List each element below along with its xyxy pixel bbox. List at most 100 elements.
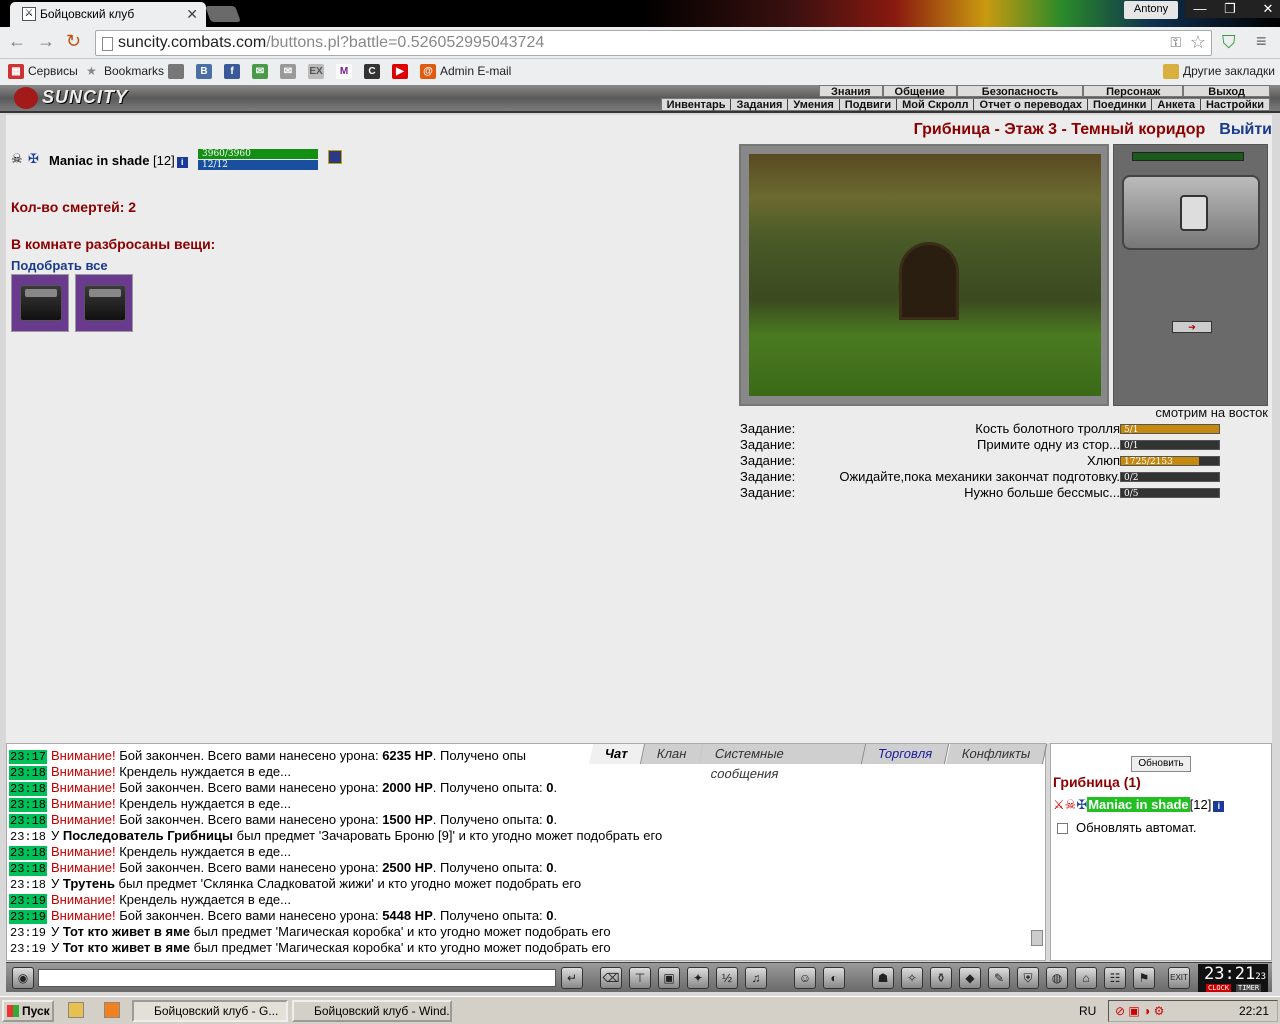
submenu-tasks[interactable]: Задания [731,99,789,111]
submenu-settings[interactable]: Настройки [1201,99,1269,111]
start-button[interactable]: Пуск [2,1000,54,1022]
split-icon[interactable]: ½ [716,967,738,989]
chat-line: 23:17 Внимание! Бой закончен. Всего вами … [9,748,527,764]
compass-control[interactable] [1122,175,1260,250]
ex-icon[interactable]: EX [308,64,324,79]
m-icon[interactable]: M [336,64,352,79]
player-name[interactable]: Maniac in shade [12] i [49,153,188,168]
bookmark-services[interactable]: Сервисы [28,64,78,78]
item-chest-icon[interactable] [75,274,133,332]
menu-communication[interactable]: Общение [882,85,957,98]
flag-icon[interactable] [328,150,342,164]
pick-all-link[interactable]: Подобрать все [11,258,108,273]
url-input[interactable]: suncity.combats.com/buttons.pl?battle=0.… [95,30,1212,56]
filter-icon[interactable]: ⊤ [629,967,651,989]
compass-center-icon[interactable] [1180,195,1208,231]
armor-icon[interactable]: ⛨ [1017,967,1039,989]
submenu-battles[interactable]: Поединки [1088,99,1153,111]
facebook-icon[interactable]: f [224,64,240,79]
scroll-icon[interactable]: ✎ [988,967,1010,989]
eraser-icon[interactable]: ⌫ [600,967,622,989]
task-row: Задание: Ожидайте,пока механики закончат … [740,469,1220,485]
menu-exit[interactable]: Выход [1183,85,1270,98]
globe-icon[interactable]: ◍ [1046,967,1068,989]
admin-icon[interactable]: @ [420,64,436,79]
forward-icon[interactable]: → [37,31,55,52]
exit-icon[interactable]: EXIT [1168,967,1190,989]
bookmark-bookmarks[interactable]: Bookmarks [104,64,164,78]
back-icon[interactable]: ← [8,31,26,52]
close-window-icon[interactable]: ✕ [1245,0,1280,18]
task-row: Задание: Хлюп 1725/2153 [740,453,1220,469]
menu-security[interactable]: Безопасность [956,85,1084,98]
sound-icon[interactable]: ♫ [745,967,767,989]
chat-input[interactable] [38,969,556,987]
task-name[interactable]: Кость болотного тролля [975,421,1120,436]
profile-button[interactable]: Antony [1124,1,1178,19]
potion-icon[interactable]: ⚱ [930,967,952,989]
mp-bar: 12/12 [198,160,318,170]
taskbar-chrome[interactable]: Бойцовский клуб - G... [132,1000,288,1022]
submenu-skills[interactable]: Умения [788,99,840,111]
turn-arrow-button[interactable]: ➔ [1172,321,1212,333]
chat-line: 23:18 У Последователь Грибницы был предме… [10,828,663,844]
bookmark-other[interactable]: Другие закладки [1183,64,1275,78]
send-icon[interactable]: ↵ [561,967,583,989]
bag-icon[interactable]: ☗ [872,967,894,989]
task-name[interactable]: Примите одну из стор... [977,437,1120,452]
chat-scrollbar[interactable] [1031,748,1043,958]
flag-icon[interactable]: ⚑ [1133,967,1155,989]
info-icon[interactable]: i [176,157,188,168]
online-user[interactable]: ⚔☠✠Maniac in shade[12] i [1053,797,1225,813]
room-door[interactable] [899,242,959,320]
envelope-icon[interactable]: ✉ [280,64,296,79]
mail-icon[interactable]: ✉ [252,64,268,79]
menu-icon[interactable]: ≡ [1256,31,1267,52]
submenu-feats[interactable]: Подвиги [840,99,898,111]
avatar-bookmark-icon[interactable] [168,64,184,79]
bookmark-admin-email[interactable]: Admin E-mail [440,64,511,78]
c-icon[interactable]: C [364,64,380,79]
minimize-icon[interactable]: — [1185,0,1215,18]
language-indicator[interactable]: RU [1079,1001,1096,1021]
smile-icon[interactable]: ☺ [794,967,816,989]
youtube-icon[interactable]: ▶ [392,64,408,79]
submenu-inventory[interactable]: Инвентарь [662,99,732,111]
item-chest-icon[interactable] [11,274,69,332]
save-icon[interactable]: ▣ [658,967,680,989]
group-icon[interactable]: ☷ [1104,967,1126,989]
align-icon: ☠ [11,150,23,166]
house-icon[interactable]: ⌂ [1075,967,1097,989]
chat-mode-icon[interactable]: ◉ [12,967,34,989]
key-icon[interactable]: ⚿ [1170,34,1181,51]
new-tab-button[interactable] [205,6,241,22]
helmet-icon[interactable]: ◐ [823,967,845,989]
bookmark-star-icon[interactable]: ☆ [1190,32,1206,53]
magic-icon[interactable]: ✧ [901,967,923,989]
shield-icon[interactable]: ⛉ [1222,32,1236,53]
menu-character[interactable]: Персонаж [1083,85,1184,98]
vk-icon[interactable]: B [196,64,212,79]
refresh-button[interactable]: Обновить [1131,756,1191,772]
tray-icon[interactable]: ⊘ ▣ ◑ ⚙ [1115,1001,1164,1021]
tab-close-icon[interactable]: ✕ [186,2,198,26]
apps-icon[interactable]: ▦ [8,64,24,79]
task-name[interactable]: Нужно больше бессмыс... [964,485,1120,500]
task-name[interactable]: Ожидайте,пока механики закончат подготов… [839,469,1120,484]
submenu-transfers[interactable]: Отчет о переводах [974,99,1088,111]
task-name[interactable]: Хлюп [1087,453,1120,468]
fighter-icon[interactable]: ✦ [687,967,709,989]
reload-icon[interactable]: ↻ [66,31,81,52]
taskbar-ie[interactable]: Бойцовский клуб - Wind... [292,1000,452,1022]
browser-tab[interactable]: ⚔ Бойцовский клуб ✕ [10,2,206,27]
submenu-scroll[interactable]: Мой Скролл [897,99,975,111]
auto-refresh-checkbox[interactable]: Обновлять автомат. [1057,820,1196,835]
submenu-profile[interactable]: Анкета [1152,99,1201,111]
menu-knowledge[interactable]: Знания [819,85,883,98]
gold-icon[interactable]: ◆ [959,967,981,989]
exit-link[interactable]: Выйти [1219,121,1272,138]
media-icon[interactable] [104,1002,120,1018]
player-info: ☠ ✠ Maniac in shade [12] i [11,150,188,168]
maximize-icon[interactable]: ❐ [1215,0,1245,18]
explorer-icon[interactable] [68,1002,84,1018]
